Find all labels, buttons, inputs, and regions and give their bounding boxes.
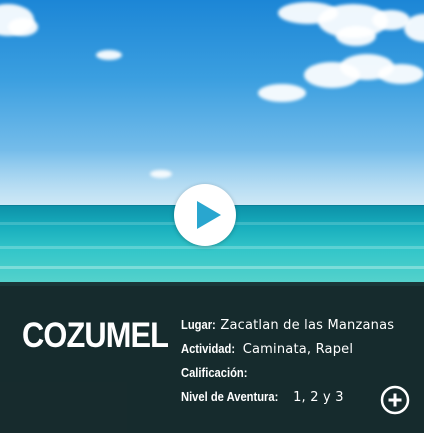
play-button[interactable]	[174, 184, 236, 246]
cloud	[258, 84, 306, 102]
destination-card: COZUMEL Lugar: Zacatlan de las Manzanas …	[0, 0, 424, 433]
info-value: Caminata, Rapel	[242, 342, 354, 357]
info-label: Lugar:	[181, 317, 216, 332]
info-value: Zacatlan de las Manzanas	[220, 318, 395, 333]
cloud	[378, 64, 424, 84]
info-value: 1, 2 y 3	[293, 390, 344, 405]
plus-circle-icon	[380, 385, 410, 415]
info-row-lugar: Lugar: Zacatlan de las Manzanas	[181, 316, 394, 333]
info-row-calificacion: Calificación:	[181, 364, 253, 381]
info-overlay	[0, 282, 424, 433]
cloud	[8, 18, 38, 36]
cloud	[336, 26, 376, 46]
info-row-actividad: Actividad: Caminata, Rapel	[181, 340, 353, 357]
cloud	[96, 50, 122, 60]
more-info-button[interactable]	[380, 385, 410, 415]
info-row-nivel-aventura: Nivel de Aventura: 1, 2 y 3	[181, 388, 344, 405]
info-label: Nivel de Aventura:	[181, 389, 279, 404]
sea-streak	[0, 266, 424, 269]
sea-streak	[0, 246, 424, 249]
destination-title: COZUMEL	[22, 316, 169, 355]
play-icon	[197, 201, 221, 229]
info-label: Actividad:	[181, 341, 236, 356]
info-label: Calificación:	[181, 365, 248, 380]
